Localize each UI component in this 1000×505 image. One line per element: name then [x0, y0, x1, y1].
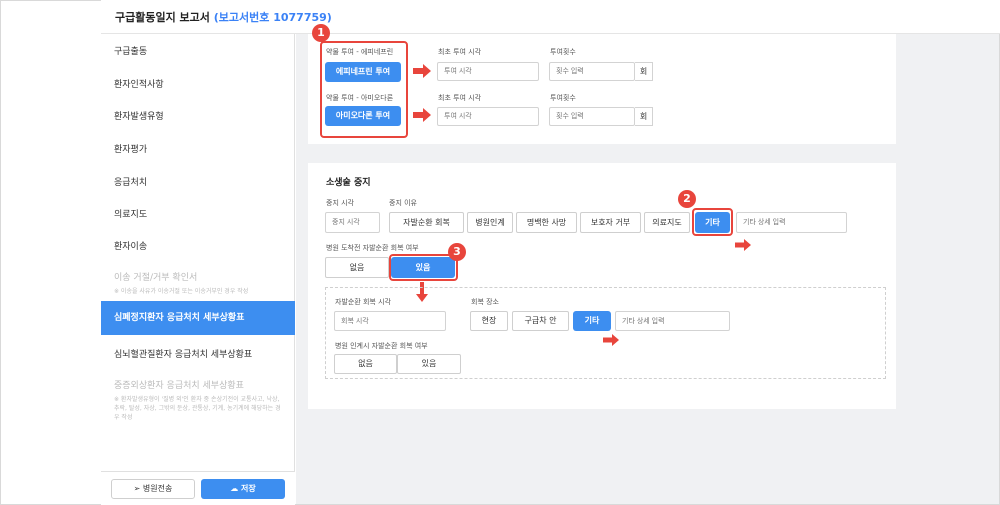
annotation-badge-2: 2 — [678, 190, 696, 208]
amio-time-input[interactable] — [437, 107, 539, 126]
rosc-question-label: 병원 도착전 자발순환 회복 여부 — [326, 244, 419, 252]
rosc-none-button[interactable]: 없음 — [325, 257, 389, 278]
handover-question-label: 병원 인계시 자발순환 회복 여부 — [335, 342, 428, 350]
amio-count-label: 투여횟수 — [550, 94, 576, 102]
drug-card: 1 약물 투여 - 에피네프린 에피네프린 투여 최초 투여 시각 투여횟수 회… — [308, 24, 896, 144]
rosc-time-input[interactable] — [334, 311, 446, 331]
sidebar-item-severe-trauma[interactable]: 중증외상환자 응급처치 세부상황표 ※ 환자발생유형이 '질병 외'인 환자 중 … — [101, 378, 295, 422]
section-title: 소생술 중지 — [326, 178, 371, 188]
report-number: (보고서번호 1077759) — [213, 11, 332, 24]
epi-count-input[interactable] — [549, 62, 635, 81]
handover-none-button[interactable]: 없음 — [334, 354, 397, 374]
epi-count-unit: 회 — [635, 62, 653, 81]
stop-time-label: 중지 시각 — [326, 199, 354, 207]
stop-time-input[interactable] — [325, 212, 380, 233]
amio-administer-button[interactable]: 아미오다론 투여 — [325, 106, 401, 126]
reason-guardian-refusal-button[interactable]: 보호자 거부 — [580, 212, 641, 233]
epi-administer-button[interactable]: 에피네프린 투여 — [325, 62, 401, 82]
highlight-box-3 — [389, 254, 458, 281]
save-button[interactable]: ☁ 저장 — [201, 479, 285, 499]
place-ambulance-button[interactable]: 구급차 안 — [512, 311, 569, 331]
epi-time-input[interactable] — [437, 62, 539, 81]
sidebar-footer: ➢ 병원전송 ☁ 저장 — [101, 471, 295, 505]
page-title: 구급활동일지 보고서 (보고서번호 1077759) — [115, 11, 332, 24]
reason-rosc-button[interactable]: 자발순환 회복 — [389, 212, 464, 233]
place-detail-input[interactable] — [615, 311, 730, 331]
rosc-place-label: 회복 장소 — [471, 298, 499, 306]
arrow-right-icon — [413, 64, 431, 78]
annotation-badge-1: 1 — [312, 24, 330, 42]
epi-label: 약물 투여 - 에피네프린 — [326, 48, 394, 56]
amio-count-unit: 회 — [635, 107, 653, 126]
cloud-upload-icon: ☁ — [230, 484, 239, 493]
sidebar: 구급출동 환자인적사항 환자발생유형 환자평가 응급처치 의료지도 환자이송 이… — [101, 34, 295, 505]
epi-time-label: 최초 투여 시각 — [438, 48, 482, 56]
sidebar-item-cerebrovascular[interactable]: 심뇌혈관질환자 응급처치 세부상황표 — [101, 347, 295, 360]
arrow-right-icon — [413, 108, 431, 122]
highlight-box-2 — [692, 208, 733, 236]
sidebar-item-medical-guidance[interactable]: 의료지도 — [101, 207, 295, 220]
place-other-button[interactable]: 기타 — [573, 311, 611, 331]
amio-time-label: 최초 투여 시각 — [438, 94, 482, 102]
reason-medical-guidance-button[interactable]: 의료지도 — [644, 212, 690, 233]
arrow-right-icon — [603, 334, 619, 346]
amio-count-input[interactable] — [549, 107, 635, 126]
arrow-right-icon — [735, 239, 751, 251]
reason-hospital-handover-button[interactable]: 병원인계 — [467, 212, 513, 233]
cpr-stop-card: 소생술 중지 중지 시각 중지 이유 자발순환 회복 병원인계 명백한 사망 보… — [308, 163, 896, 409]
sidebar-item-assessment[interactable]: 환자평가 — [101, 142, 295, 155]
sidebar-item-dispatch[interactable]: 구급출동 — [101, 44, 295, 57]
hospital-transfer-button[interactable]: ➢ 병원전송 — [111, 479, 195, 499]
main-content: 1 약물 투여 - 에피네프린 에피네프린 투여 최초 투여 시각 투여횟수 회… — [296, 24, 999, 504]
stop-reason-label: 중지 이유 — [389, 199, 417, 207]
epi-count-label: 투여횟수 — [550, 48, 576, 56]
place-scene-button[interactable]: 현장 — [470, 311, 508, 331]
rosc-time-label: 자발순환 회복 시각 — [335, 298, 391, 306]
reason-detail-input[interactable] — [736, 212, 847, 233]
annotation-badge-3: 3 — [448, 243, 466, 261]
rosc-detail-panel: 자발순환 회복 시각 회복 장소 현장 구급차 안 기타 병원 인계시 자발순환… — [325, 287, 886, 379]
sidebar-item-incident-type[interactable]: 환자발생유형 — [101, 109, 295, 122]
handover-yes-button[interactable]: 있음 — [397, 354, 461, 374]
sidebar-item-cardiac-arrest[interactable]: 심폐정지환자 응급처치 세부상황표 — [101, 301, 295, 335]
amio-label: 약물 투여 - 아미오다론 — [326, 94, 394, 102]
reason-obvious-death-button[interactable]: 명백한 사망 — [516, 212, 577, 233]
sidebar-item-transport[interactable]: 환자이송 — [101, 239, 295, 252]
page-header: 구급활동일지 보고서 (보고서번호 1077759) — [101, 0, 1000, 34]
sidebar-item-patient-info[interactable]: 환자인적사항 — [101, 77, 295, 90]
send-icon: ➢ — [133, 484, 141, 493]
sidebar-item-transport-refusal[interactable]: 이송 거절/거부 확인서 ※ 이송을 사유가 이송거절 또는 이송거부인 경우 작… — [101, 270, 295, 296]
sidebar-item-first-aid[interactable]: 응급처치 — [101, 175, 295, 188]
